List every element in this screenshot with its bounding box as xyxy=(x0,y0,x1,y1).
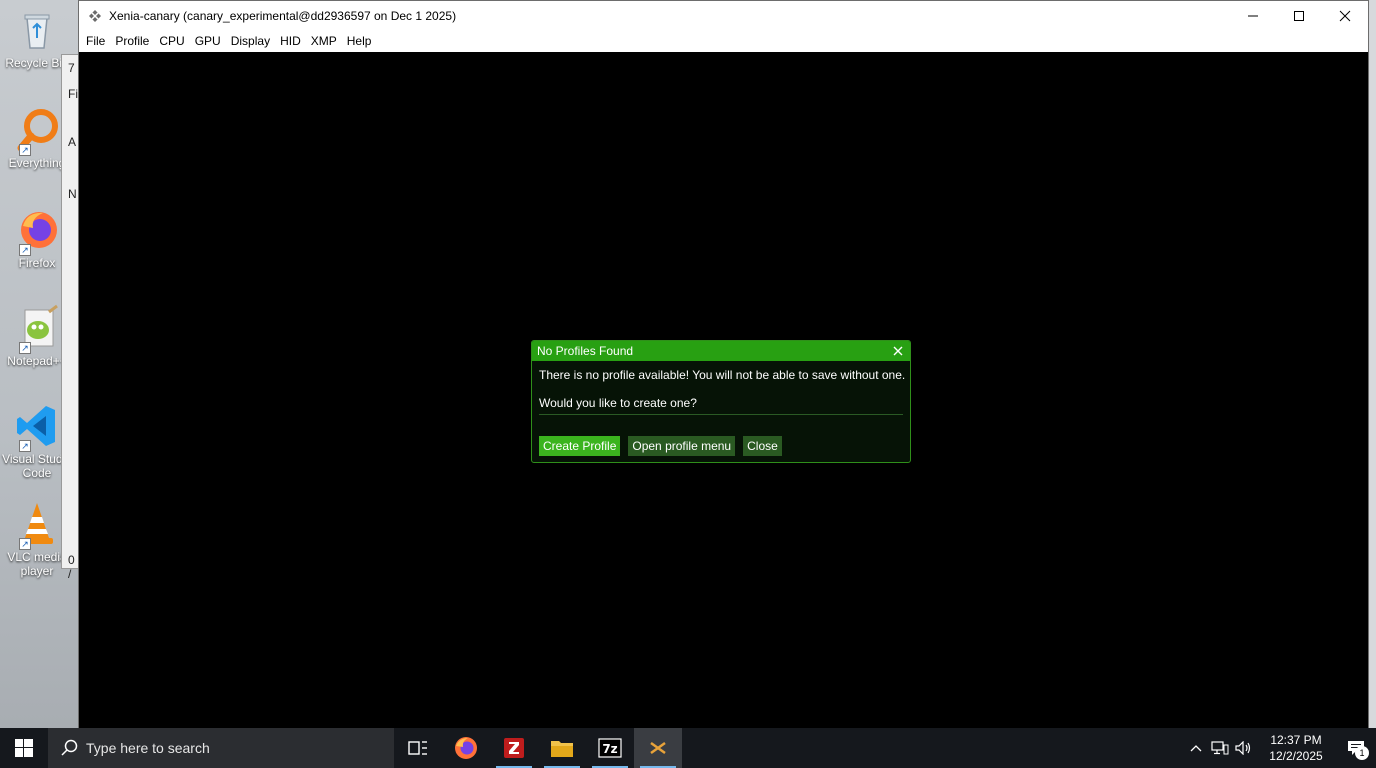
clock-time: 12:37 PM xyxy=(1270,733,1322,747)
file-explorer-icon xyxy=(551,741,573,757)
menu-xmp[interactable]: XMP xyxy=(306,31,342,52)
task-view-icon xyxy=(408,741,427,755)
shortcut-arrow-icon: ↗ xyxy=(19,144,31,156)
system-tray: 12:37 PM 12/2/2025 1 xyxy=(1184,728,1376,768)
menu-bar: File Profile CPU GPU Display HID XMP Hel… xyxy=(79,31,1368,52)
chevron-up-icon xyxy=(1190,745,1202,752)
taskbar: Type here to search 7z 12:37 PM 12/2/202… xyxy=(0,728,1376,768)
dialog-close-button[interactable] xyxy=(890,342,906,360)
shortcut-arrow-icon: ↗ xyxy=(19,440,31,452)
firefox-icon xyxy=(455,737,477,759)
close-dialog-button[interactable]: Close xyxy=(743,436,782,456)
background-window-text: 7 xyxy=(68,61,75,75)
firefox-icon: ↗ xyxy=(13,206,61,256)
minimize-button[interactable] xyxy=(1230,1,1276,31)
menu-hid[interactable]: HID xyxy=(275,31,306,52)
recycle-bin-icon xyxy=(13,6,61,54)
taskbar-firefox[interactable] xyxy=(442,728,490,768)
7zip-icon: 7z xyxy=(598,738,622,758)
background-window-text: N xyxy=(68,187,77,201)
shortcut-arrow-icon: ↗ xyxy=(19,342,31,354)
search-placeholder: Type here to search xyxy=(86,740,210,756)
window-titlebar[interactable]: Xenia-canary (canary_experimental@dd2936… xyxy=(79,1,1368,31)
close-window-button[interactable] xyxy=(1322,1,1368,31)
speaker-icon xyxy=(1235,741,1251,755)
dialog-question: Would you like to create one? xyxy=(539,396,697,410)
dialog-button-row: Create Profile Open profile menu Close xyxy=(539,436,903,456)
menu-cpu[interactable]: CPU xyxy=(154,31,189,52)
menu-help[interactable]: Help xyxy=(342,31,377,52)
open-profile-menu-button[interactable]: Open profile menu xyxy=(628,436,736,456)
xenia-app-icon xyxy=(87,8,103,24)
dialog-titlebar[interactable]: No Profiles Found xyxy=(532,341,910,361)
taskbar-7zip[interactable]: 7z xyxy=(586,728,634,768)
menu-gpu[interactable]: GPU xyxy=(190,31,226,52)
shortcut-arrow-icon: ↗ xyxy=(19,538,31,550)
background-window-text: A xyxy=(68,135,77,149)
task-view-button[interactable] xyxy=(394,728,442,768)
vscode-icon: ↗ xyxy=(13,402,61,452)
network-icon xyxy=(1211,741,1229,755)
taskbar-filezilla[interactable] xyxy=(490,728,538,768)
volume-button[interactable] xyxy=(1232,728,1256,768)
menu-profile[interactable]: Profile xyxy=(110,31,154,52)
clock-date: 12/2/2025 xyxy=(1269,749,1323,763)
taskbar-file-explorer[interactable] xyxy=(538,728,586,768)
action-center-button[interactable]: 1 xyxy=(1336,728,1376,768)
search-icon xyxy=(61,739,78,756)
no-profiles-dialog: No Profiles Found There is no profile av… xyxy=(531,340,911,463)
windows-logo-icon xyxy=(15,739,33,757)
create-profile-button[interactable]: Create Profile xyxy=(539,436,621,456)
taskbar-clock[interactable]: 12:37 PM 12/2/2025 xyxy=(1260,732,1332,764)
close-icon xyxy=(1339,10,1351,22)
notepad-plus-plus-icon: ↗ xyxy=(13,304,61,354)
vlc-icon: ↗ xyxy=(13,500,61,550)
xenia-icon xyxy=(650,741,666,755)
taskbar-xenia[interactable] xyxy=(634,728,682,768)
dialog-separator xyxy=(539,414,903,415)
maximize-icon xyxy=(1294,11,1304,21)
start-button[interactable] xyxy=(0,728,48,768)
menu-file[interactable]: File xyxy=(81,31,110,52)
window-controls xyxy=(1230,1,1368,31)
window-title: Xenia-canary (canary_experimental@dd2936… xyxy=(109,9,457,23)
everything-search-icon: ↗ xyxy=(13,106,61,156)
xenia-window: Xenia-canary (canary_experimental@dd2936… xyxy=(78,0,1369,728)
background-window-text: Fi xyxy=(68,87,78,101)
filezilla-icon xyxy=(504,738,524,758)
dialog-message: There is no profile available! You will … xyxy=(539,368,906,382)
shortcut-arrow-icon: ↗ xyxy=(19,244,31,256)
network-button[interactable] xyxy=(1208,728,1232,768)
taskbar-search-box[interactable]: Type here to search xyxy=(48,728,394,768)
close-icon xyxy=(893,346,903,356)
minimize-icon xyxy=(1248,15,1258,17)
menu-display[interactable]: Display xyxy=(226,31,275,52)
emulator-render-area[interactable]: No Profiles Found There is no profile av… xyxy=(79,52,1368,728)
svg-text:7z: 7z xyxy=(602,742,617,756)
notification-count-badge: 1 xyxy=(1355,746,1369,760)
dialog-body: There is no profile available! You will … xyxy=(532,361,910,462)
show-hidden-icons-button[interactable] xyxy=(1184,728,1208,768)
maximize-button[interactable] xyxy=(1276,1,1322,31)
background-window-edge xyxy=(1369,0,1376,728)
dialog-title: No Profiles Found xyxy=(537,344,634,358)
